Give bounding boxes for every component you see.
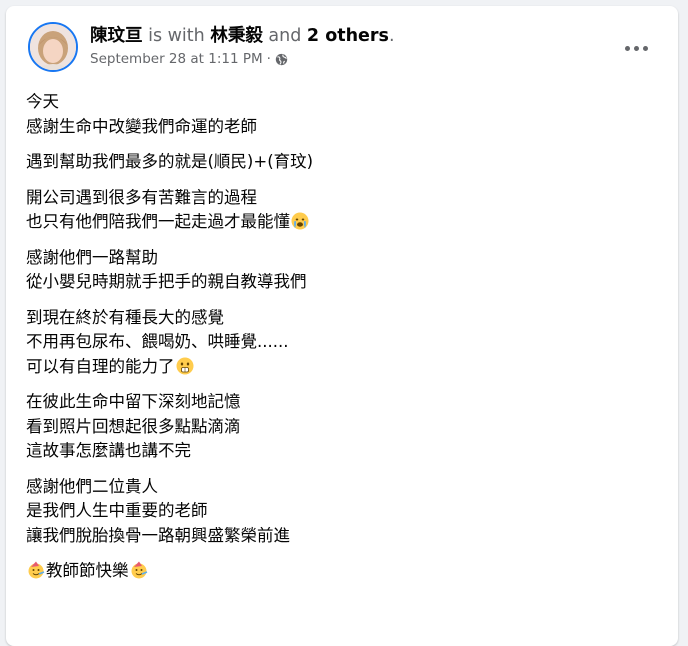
- text-line: 可以有自理的能力了: [26, 356, 175, 376]
- text-line: 看到照片回想起很多點點滴滴: [26, 416, 241, 436]
- text-line: 感謝他們二位貴人: [26, 476, 158, 496]
- author-avatar[interactable]: [28, 22, 78, 72]
- more-options-icon[interactable]: [618, 34, 654, 62]
- paragraph: 開公司遇到很多有苦難言的過程 也只有他們陪我們一起走過才最能懂: [26, 186, 658, 235]
- paragraph: 今天 感謝生命中改變我們命運的老師: [26, 90, 658, 139]
- globe-icon[interactable]: [275, 53, 288, 66]
- post-title-line: 陳玟亘 is with 林秉毅 and 2 others.: [90, 24, 395, 48]
- text-line: 從小嬰兒時期就手把手的親自教導我們: [26, 272, 307, 291]
- text-line: 教師節快樂: [46, 561, 129, 580]
- and-text: and: [268, 26, 302, 46]
- text-line: 遇到幫助我們最多的就是(順民)+(育玟): [26, 152, 314, 171]
- others-link[interactable]: 2 others: [307, 26, 389, 46]
- with-text: is with: [148, 26, 205, 46]
- text-line: 這故事怎麼講也講不完: [26, 441, 191, 460]
- text-line: 到現在終於有種長大的感覺: [26, 307, 224, 327]
- text-line: 感謝他們一路幫助: [26, 247, 158, 267]
- post-body: 今天 感謝生命中改變我們命運的老師 遇到幫助我們最多的就是(順民)+(育玟) 開…: [26, 90, 658, 595]
- post-header: 陳玟亘 is with 林秉毅 and 2 others. September …: [22, 18, 662, 78]
- text-line: 開公司遇到很多有苦難言的過程: [26, 187, 257, 207]
- paragraph: 感謝他們一路幫助 從小嬰兒時期就手把手的親自教導我們: [26, 246, 658, 295]
- header-text: 陳玟亘 is with 林秉毅 and 2 others. September …: [90, 24, 395, 67]
- timestamp-link[interactable]: September 28 at 1:11 PM: [90, 51, 263, 67]
- crying-face-emoji: [291, 212, 309, 230]
- text-line: 不用再包尿布、餵喝奶、哄睡覺......: [26, 332, 289, 351]
- paragraph: 到現在終於有種長大的感覺 不用再包尿布、餵喝奶、哄睡覺...... 可以有自理的…: [26, 306, 658, 380]
- meta-separator: ·: [266, 51, 271, 67]
- period: .: [388, 26, 395, 46]
- text-line-with-emoji: 也只有他們陪我們一起走過才最能懂: [26, 210, 658, 235]
- text-line-with-emoji: 教師節快樂: [26, 559, 658, 584]
- text-line: 讓我們脫胎換骨一路朝興盛繁榮前進: [26, 525, 290, 545]
- post-meta: September 28 at 1:11 PM ·: [90, 51, 395, 67]
- paragraph: 感謝他們二位貴人 是我們人生中重要的老師 讓我們脫胎換骨一路朝興盛繁榮前進: [26, 475, 658, 549]
- partying-face-emoji: [27, 561, 45, 579]
- text-line: 感謝生命中改變我們命運的老師: [26, 116, 257, 136]
- paragraph: 教師節快樂: [26, 559, 658, 584]
- paragraph: 遇到幫助我們最多的就是(順民)+(育玟): [26, 150, 658, 175]
- hushed-face-emoji: [176, 357, 194, 375]
- paragraph: 在彼此生命中留下深刻地記憶 看到照片回想起很多點點滴滴 這故事怎麼講也講不完: [26, 390, 658, 464]
- text-line: 也只有他們陪我們一起走過才最能懂: [26, 212, 290, 231]
- author-name[interactable]: 陳玟亘: [90, 26, 143, 46]
- text-line: 是我們人生中重要的老師: [26, 501, 208, 520]
- text-line: 今天: [26, 92, 59, 111]
- partying-face-emoji: [130, 561, 148, 579]
- text-line-with-emoji: 可以有自理的能力了: [26, 355, 658, 380]
- tagged-name[interactable]: 林秉毅: [210, 26, 263, 46]
- text-line: 在彼此生命中留下深刻地記憶: [26, 392, 241, 411]
- post-card: 陳玟亘 is with 林秉毅 and 2 others. September …: [6, 6, 678, 646]
